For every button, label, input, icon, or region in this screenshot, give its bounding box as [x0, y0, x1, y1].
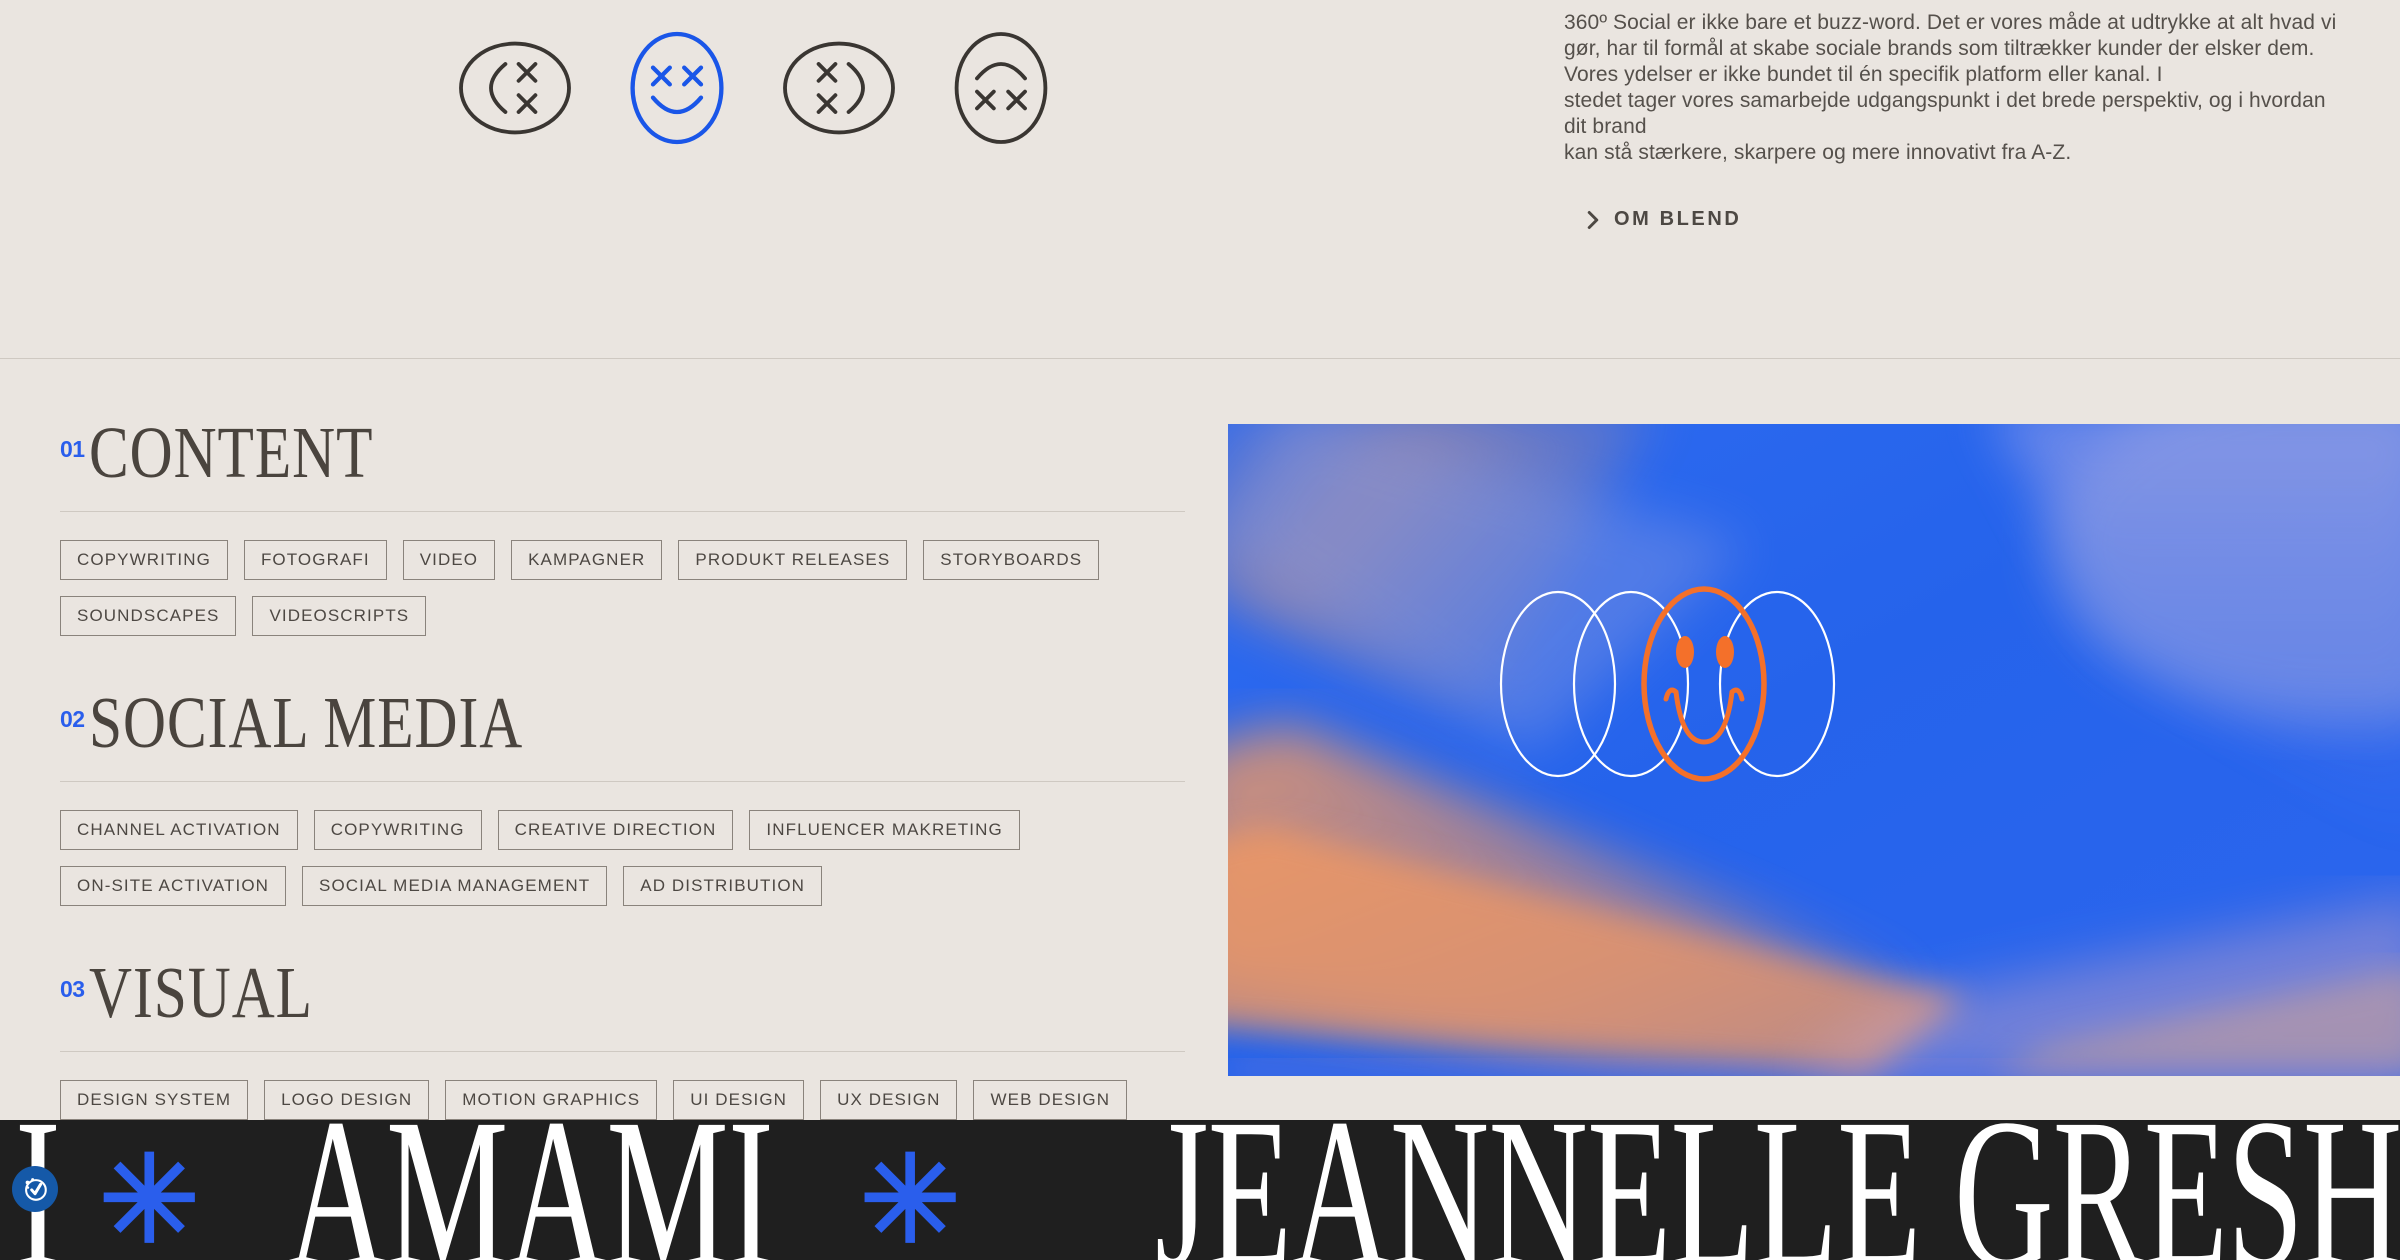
smiley-rotated-90-icon [459, 41, 571, 135]
om-blend-link[interactable]: OM BLEND [1586, 208, 1741, 231]
service-tag[interactable]: WEB DESIGN [973, 1079, 1128, 1120]
hero-artwork [1228, 424, 2400, 1076]
service-tag-list: CHANNEL ACTIVATION COPYWRITING CREATIVE … [60, 809, 1185, 906]
service-tag[interactable]: PRODUKT RELEASES [678, 539, 908, 580]
service-heading: 01 CONTENT [60, 417, 1185, 495]
intro-line-4: stedet tager vores samarbejde udgangspun… [1564, 89, 2326, 138]
service-block-content: 01 CONTENT COPYWRITING FOTOGRAFI VIDEO K… [60, 417, 1185, 636]
marquee-track: I ✳ AMAMI ✳ JEANNELLE GRESHAM [0, 1120, 2400, 1260]
service-tag[interactable]: UX DESIGN [820, 1079, 958, 1120]
om-blend-label: OM BLEND [1614, 208, 1742, 230]
service-title: CONTENT [88, 413, 374, 494]
section-divider [0, 358, 2400, 359]
asterisk-icon: ✳ [859, 1132, 961, 1260]
intro-block: 360º Social er ikke bare et buzz-word. D… [1564, 10, 2354, 235]
service-tag[interactable]: STORYBOARDS [923, 539, 1100, 580]
service-tag[interactable]: KAMPAGNER [511, 539, 663, 580]
service-rule [60, 510, 1185, 512]
service-tag-list: COPYWRITING FOTOGRAFI VIDEO KAMPAGNER PR… [60, 539, 1185, 636]
service-heading: 02 SOCIAL MEDIA [60, 687, 1185, 765]
service-tag[interactable]: CHANNEL ACTIVATION [60, 809, 298, 850]
asterisk-icon: ✳ [98, 1132, 200, 1260]
service-block-social-media: 02 SOCIAL MEDIA CHANNEL ACTIVATION COPYW… [60, 687, 1185, 906]
top-section: 360º Social er ikke bare et buzz-word. D… [0, 0, 2400, 358]
service-tag[interactable]: CREATIVE DIRECTION [497, 809, 734, 850]
service-tag[interactable]: AD DISTRIBUTION [623, 865, 823, 906]
service-block-visual: 03 VISUAL DESIGN SYSTEM LOGO DESIGN MOTI… [60, 957, 1185, 1120]
marquee-banner: I ✳ AMAMI ✳ JEANNELLE GRESHAM [0, 1120, 2400, 1260]
smiley-rotated-180-icon [954, 32, 1048, 144]
service-number: 01 [60, 436, 85, 462]
service-tag[interactable]: ON-SITE ACTIVATION [60, 865, 287, 906]
service-tag[interactable]: VIDEO [402, 539, 496, 580]
marquee-word: JEANNELLE GRESHAM [1155, 1120, 2400, 1260]
intro-line-2: gør, har til formål at skabe sociale bra… [1564, 37, 2315, 60]
service-tag[interactable]: DESIGN SYSTEM [60, 1079, 249, 1120]
service-tag[interactable]: SOCIAL MEDIA MANAGEMENT [302, 865, 608, 906]
service-title: VISUAL [88, 953, 313, 1034]
accessibility-widget[interactable] [12, 1166, 58, 1212]
intro-line-1: 360º Social er ikke bare et buzz-word. D… [1564, 11, 2337, 34]
chevron-right-icon [1587, 210, 1599, 229]
service-tag-list: DESIGN SYSTEM LOGO DESIGN MOTION GRAPHIC… [60, 1079, 1185, 1120]
service-tag[interactable]: COPYWRITING [60, 539, 228, 580]
service-tag[interactable]: COPYWRITING [313, 809, 482, 850]
hero-gradient-svg [1228, 424, 2400, 1076]
services-list: 01 CONTENT COPYWRITING FOTOGRAFI VIDEO K… [60, 417, 1185, 1120]
service-number: 03 [60, 975, 85, 1002]
service-tag[interactable]: UI DESIGN [673, 1079, 805, 1120]
service-tag[interactable]: MOTION GRAPHICS [445, 1079, 658, 1120]
service-rule [60, 780, 1185, 782]
smiley-active-icon[interactable] [617, 28, 737, 148]
service-tag[interactable]: INFLUENCER MAKRETING [749, 809, 1020, 850]
smiley-rotated-270-icon [783, 41, 895, 135]
intro-line-3: Vores ydelser er ikke bundet til én spec… [1564, 63, 2163, 86]
smiley-icon-row [455, 28, 1061, 148]
service-rule [60, 1050, 1185, 1052]
marquee-word: AMAMI [286, 1120, 774, 1260]
service-number: 02 [60, 705, 85, 732]
service-tag[interactable]: LOGO DESIGN [264, 1079, 430, 1120]
service-heading: 03 VISUAL [60, 957, 1185, 1035]
service-tag[interactable]: SOUNDSCAPES [60, 595, 237, 636]
service-tag[interactable]: FOTOGRAFI [243, 539, 387, 580]
service-title: SOCIAL MEDIA [88, 683, 523, 764]
service-tag[interactable]: VIDEOSCRIPTS [252, 595, 427, 636]
accessibility-check-icon [25, 1178, 47, 1201]
intro-line-5: kan stå stærkere, skarpere og mere innov… [1564, 141, 2072, 164]
